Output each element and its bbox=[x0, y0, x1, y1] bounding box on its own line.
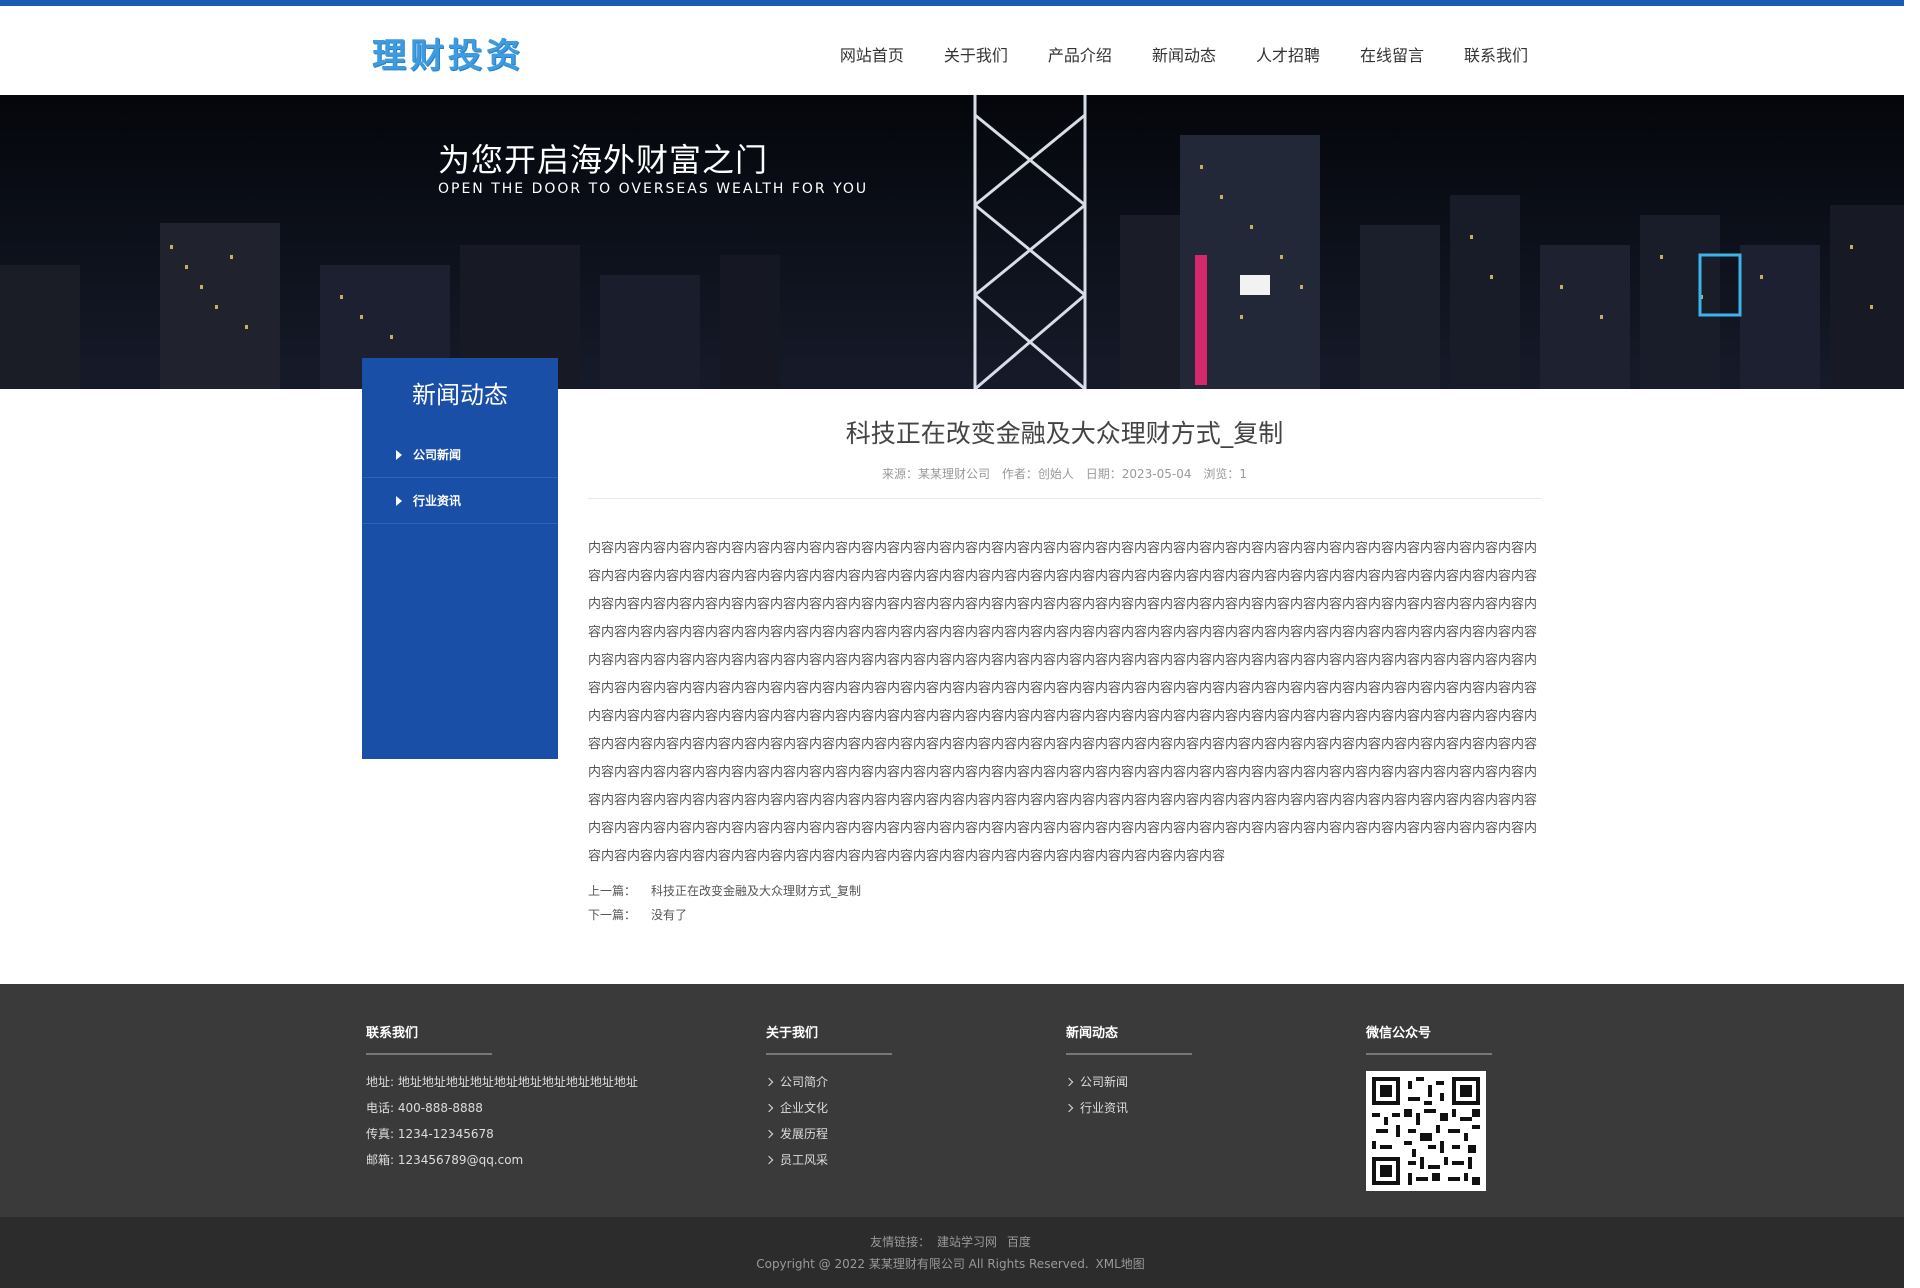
chevron-right-icon bbox=[1064, 1103, 1074, 1113]
article-source: 来源：某某理财公司 bbox=[882, 467, 991, 481]
footer-news: 新闻动态 公司新闻 行业资讯 bbox=[1064, 1022, 1192, 1121]
sidebar-title: 新闻动态 bbox=[412, 381, 508, 409]
next-article: 下一篇： 没有了 bbox=[588, 903, 1541, 927]
qr-code-graphic bbox=[1372, 1077, 1480, 1185]
article-title: 科技正在改变金融及大众理财方式_复制 bbox=[845, 419, 1284, 448]
footer-link-industry-news[interactable]: 行业资讯 bbox=[1064, 1095, 1192, 1121]
nav-about[interactable]: 关于我们 bbox=[924, 40, 1028, 72]
footer-contact-title: 联系我们 bbox=[366, 1022, 492, 1055]
chevron-right-icon bbox=[764, 1155, 774, 1165]
sitemap-link[interactable]: XML地图 bbox=[1096, 1257, 1145, 1271]
banner-subtitle: OPEN THE DOOR TO OVERSEAS WEALTH FOR YOU bbox=[438, 181, 869, 197]
footer-link-label: 发展历程 bbox=[780, 1127, 829, 1141]
copyright-line: Copyright @ 2022 某某理财有限公司 All Rights Res… bbox=[0, 1253, 1904, 1275]
friend-links: 友情链接： 建站学习网 百度 bbox=[0, 1217, 1904, 1253]
sidebar-item-industry-news[interactable]: 行业资讯 bbox=[362, 478, 558, 524]
friend-links-label: 友情链接： bbox=[870, 1235, 931, 1249]
article-views: 浏览：1 bbox=[1203, 467, 1247, 481]
footer-link-intro[interactable]: 公司简介 bbox=[764, 1069, 892, 1095]
footer-contact: 联系我们 地址: 地址地址地址地址地址地址地址地址地址地址 电话: 400-88… bbox=[366, 1022, 638, 1173]
copyright-bar: 友情链接： 建站学习网 百度 Copyright @ 2022 某某理财有限公司… bbox=[0, 1217, 1904, 1288]
footer-phone: 电话: 400-888-8888 bbox=[366, 1101, 483, 1115]
footer-about: 关于我们 公司简介 企业文化 发展历程 员工风采 bbox=[764, 1022, 892, 1173]
footer-wechat-title: 微信公众号 bbox=[1366, 1022, 1492, 1055]
sidebar-item-label: 公司新闻 bbox=[413, 448, 462, 462]
prev-article-link[interactable]: 科技正在改变金融及大众理财方式_复制 bbox=[651, 884, 861, 898]
header: 理财投资 网站首页 关于我们 产品介绍 新闻动态 人才招聘 在线留言 联系我们 bbox=[0, 6, 1904, 95]
friend-link-jianzhan[interactable]: 建站学习网 bbox=[937, 1235, 997, 1249]
footer: 联系我们 地址: 地址地址地址地址地址地址地址地址地址地址 电话: 400-88… bbox=[0, 984, 1904, 1217]
triangle-right-icon bbox=[396, 496, 402, 506]
footer-link-label: 员工风采 bbox=[780, 1153, 829, 1167]
page: 理财投资 网站首页 关于我们 产品介绍 新闻动态 人才招聘 在线留言 联系我们 bbox=[0, 0, 1904, 1288]
main-nav: 网站首页 关于我们 产品介绍 新闻动态 人才招聘 在线留言 联系我们 bbox=[820, 40, 1528, 72]
prev-article: 上一篇： 科技正在改变金融及大众理财方式_复制 bbox=[588, 879, 1541, 903]
nav-news[interactable]: 新闻动态 bbox=[1132, 40, 1236, 72]
sidebar-item-company-news[interactable]: 公司新闻 bbox=[362, 432, 558, 478]
site-logo[interactable]: 理财投资 bbox=[372, 28, 524, 77]
nav-message[interactable]: 在线留言 bbox=[1340, 40, 1444, 72]
footer-link-staff[interactable]: 员工风采 bbox=[764, 1147, 892, 1173]
next-label: 下一篇： bbox=[588, 908, 637, 922]
footer-address: 地址: 地址地址地址地址地址地址地址地址地址地址 bbox=[366, 1075, 638, 1089]
banner-title: 为您开启海外财富之门 bbox=[438, 141, 769, 179]
footer-email: 邮箱: 123456789@qq.com bbox=[366, 1153, 524, 1167]
footer-link-culture[interactable]: 企业文化 bbox=[764, 1095, 892, 1121]
footer-link-label: 公司简介 bbox=[780, 1075, 829, 1089]
footer-about-title: 关于我们 bbox=[766, 1022, 892, 1055]
chevron-right-icon bbox=[764, 1129, 774, 1139]
next-article-link: 没有了 bbox=[651, 908, 688, 922]
nav-products[interactable]: 产品介绍 bbox=[1028, 40, 1132, 72]
chevron-right-icon bbox=[764, 1077, 774, 1087]
nav-contact[interactable]: 联系我们 bbox=[1444, 40, 1528, 72]
hero-banner: 为您开启海外财富之门 OPEN THE DOOR TO OVERSEAS WEA… bbox=[0, 95, 1904, 389]
article-meta: 来源：某某理财公司 作者：创始人 日期：2023-05-04 浏览：1 bbox=[588, 464, 1541, 499]
article-date: 日期：2023-05-04 bbox=[1085, 467, 1192, 481]
copyright-text: Copyright @ 2022 某某理财有限公司 All Rights Res… bbox=[756, 1257, 1089, 1271]
prev-label: 上一篇： bbox=[588, 884, 637, 898]
article: 科技正在改变金融及大众理财方式_复制 来源：某某理财公司 作者：创始人 日期：2… bbox=[588, 394, 1541, 927]
footer-link-label: 公司新闻 bbox=[1080, 1075, 1129, 1089]
footer-link-label: 行业资讯 bbox=[1080, 1101, 1129, 1115]
friend-link-baidu[interactable]: 百度 bbox=[1007, 1235, 1031, 1249]
qr-code-image bbox=[1366, 1071, 1486, 1191]
footer-fax: 传真: 1234-12345678 bbox=[366, 1127, 494, 1141]
footer-news-title: 新闻动态 bbox=[1066, 1022, 1192, 1055]
prev-next-nav: 上一篇： 科技正在改变金融及大众理财方式_复制 下一篇： 没有了 bbox=[588, 879, 1541, 927]
chevron-right-icon bbox=[1064, 1077, 1074, 1087]
sidebar-item-label: 行业资讯 bbox=[413, 494, 462, 508]
article-body: 内容内容内容内容内容内容内容内容内容内容内容内容内容内容内容内容内容内容内容内容… bbox=[588, 541, 1538, 864]
nav-home[interactable]: 网站首页 bbox=[820, 40, 924, 72]
sidebar: 新闻动态 公司新闻 行业资讯 bbox=[362, 358, 558, 759]
footer-link-company-news[interactable]: 公司新闻 bbox=[1064, 1069, 1192, 1095]
footer-link-history[interactable]: 发展历程 bbox=[764, 1121, 892, 1147]
footer-wechat: 微信公众号 bbox=[1366, 1022, 1492, 1191]
footer-link-label: 企业文化 bbox=[780, 1101, 829, 1115]
triangle-right-icon bbox=[396, 450, 402, 460]
article-author: 作者：创始人 bbox=[1001, 467, 1074, 481]
city-skyline-image bbox=[0, 95, 1904, 389]
chevron-right-icon bbox=[764, 1103, 774, 1113]
nav-jobs[interactable]: 人才招聘 bbox=[1236, 40, 1340, 72]
